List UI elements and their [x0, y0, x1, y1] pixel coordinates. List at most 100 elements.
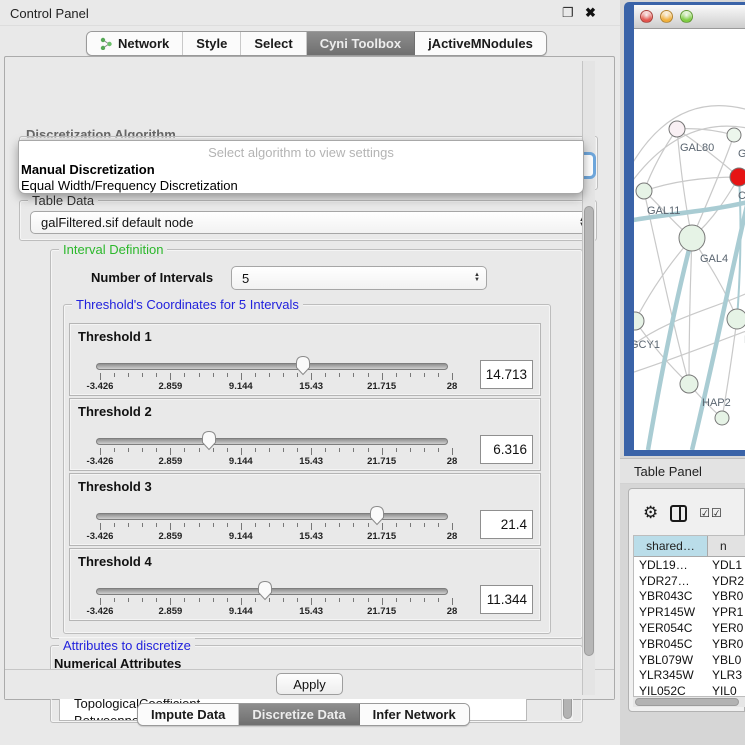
- tick-label: 15.43: [299, 381, 323, 392]
- table-row[interactable]: YIL052CYIL0: [634, 683, 745, 697]
- column-header-shared-name[interactable]: shared…: [634, 536, 708, 556]
- column-header-name[interactable]: n: [708, 536, 745, 556]
- network-node-gal11[interactable]: [636, 183, 652, 199]
- float-window-icon[interactable]: ❐: [562, 5, 574, 21]
- attributes-group-title: Attributes to discretize: [59, 638, 195, 653]
- tick-label: 28: [447, 381, 458, 392]
- slider-track[interactable]: [96, 513, 448, 520]
- threshold-value-field[interactable]: 21.4: [480, 510, 533, 539]
- tick-mark: [114, 448, 115, 452]
- tick-label: 9.144: [229, 456, 253, 467]
- slider-thumb[interactable]: [201, 430, 217, 451]
- network-view-window: GAL80GACGAL11GAL4GCY1HHAP2: [624, 2, 745, 456]
- slider-track[interactable]: [96, 363, 448, 370]
- control-panel: Control Panel ❐ ✖ NetworkStyleSelectCyni…: [0, 0, 620, 745]
- table-row[interactable]: YER054CYER0: [634, 620, 745, 636]
- slider-thumb[interactable]: [257, 580, 273, 601]
- tick-mark: [255, 373, 256, 377]
- tick-mark: [227, 448, 228, 452]
- tick-mark: [156, 373, 157, 377]
- table-panel-titlebar: Table Panel: [620, 458, 745, 484]
- table-row[interactable]: YDL19…YDL1: [634, 557, 745, 573]
- network-node-gal80[interactable]: [669, 121, 685, 137]
- threshold-value-field[interactable]: 14.713: [480, 360, 533, 389]
- scrollbar-thumb[interactable]: [635, 698, 739, 706]
- slider-track[interactable]: [96, 438, 448, 445]
- checkbox-columns-icon[interactable]: ☑☑: [699, 506, 723, 520]
- bottom-tab-impute-data[interactable]: Impute Data: [138, 704, 239, 725]
- tick-mark: [170, 598, 171, 605]
- tick-label: -3.426: [87, 606, 114, 617]
- network-node-gal4[interactable]: [679, 225, 705, 251]
- tick-mark: [255, 598, 256, 602]
- tab-network[interactable]: Network: [87, 32, 183, 55]
- slider-thumb[interactable]: [295, 355, 311, 376]
- cell-name: YBR0: [708, 637, 745, 651]
- network-node-c[interactable]: [730, 168, 745, 186]
- thresholds-group: Threshold's Coordinates for 5 Intervals …: [63, 304, 551, 634]
- scrollbar-thumb[interactable]: [584, 206, 594, 656]
- apply-button[interactable]: Apply: [276, 673, 343, 695]
- close-traffic-light[interactable]: [640, 10, 653, 23]
- table-row[interactable]: YBL079WYBL0: [634, 652, 745, 668]
- tick-mark: [100, 373, 101, 380]
- network-canvas[interactable]: GAL80GACGAL11GAL4GCY1HHAP2: [634, 29, 745, 450]
- interval-definition-group: Interval Definition Number of Intervals …: [50, 249, 583, 639]
- tick-mark: [184, 448, 185, 452]
- threshold-value-field[interactable]: 6.316: [480, 435, 533, 464]
- network-node-ga[interactable]: [727, 128, 741, 142]
- table-row[interactable]: YDR27…YDR2: [634, 573, 745, 589]
- top-tab-bar: NetworkStyleSelect Cyni Toolbox jActiveMNo…: [86, 31, 547, 56]
- tick-mark: [227, 598, 228, 602]
- tick-mark: [452, 373, 453, 380]
- network-node-h[interactable]: [727, 309, 745, 329]
- tick-mark: [311, 598, 312, 605]
- tab-cyni-toolbox[interactable]: Cyni Toolbox: [307, 32, 415, 55]
- table-data-combo[interactable]: galFiltered.sif default node ▲▼: [30, 211, 592, 234]
- node-label: C: [738, 190, 745, 202]
- table-row[interactable]: YBR045CYBR0: [634, 636, 745, 652]
- network-node-hap2[interactable]: [680, 375, 698, 393]
- threshold-value-field[interactable]: 11.344: [480, 585, 533, 614]
- network-node[interactable]: [715, 411, 729, 425]
- dropdown-option-equal-width[interactable]: Equal Width/Frequency Discretization: [21, 178, 238, 193]
- tab-jactivemnodules[interactable]: jActiveMNodules: [415, 32, 546, 55]
- zoom-traffic-light[interactable]: [680, 10, 693, 23]
- table-data-group: Table Data galFiltered.sif default node …: [19, 200, 597, 241]
- minimize-traffic-light[interactable]: [660, 10, 673, 23]
- network-graph: GAL80GACGAL11GAL4GCY1HHAP2: [634, 29, 745, 450]
- tab-label: jActiveMNodules: [428, 36, 533, 51]
- dropdown-option-manual-discretization[interactable]: Manual Discretization: [21, 162, 155, 177]
- bottom-tab-infer-network[interactable]: Infer Network: [360, 704, 469, 725]
- table-row[interactable]: YLR345WYLR3: [634, 668, 745, 684]
- tab-label: Cyni Toolbox: [320, 36, 401, 51]
- table-panel-toolbar: ⚙ ☑☑: [629, 493, 745, 533]
- slider-tick-labels: -3.4262.8599.14415.4321.71528: [100, 531, 452, 543]
- close-icon[interactable]: ✖: [585, 5, 596, 21]
- table-horizontal-scrollbar[interactable]: [633, 697, 745, 707]
- slider-thumb[interactable]: [369, 505, 385, 526]
- table-panel: ⚙ ☑☑ shared… n YDL19…YDL1YDR27…YDR2YBR04…: [628, 488, 745, 712]
- gear-icon[interactable]: ⚙: [643, 503, 658, 523]
- tick-mark: [311, 523, 312, 530]
- tick-mark: [184, 523, 185, 527]
- tab-select[interactable]: Select: [241, 32, 306, 55]
- threshold-label: Threshold 4: [78, 554, 152, 569]
- tick-mark: [368, 448, 369, 452]
- tab-style[interactable]: Style: [183, 32, 241, 55]
- tick-mark: [241, 598, 242, 605]
- tick-mark: [241, 373, 242, 380]
- tick-mark: [170, 373, 171, 380]
- number-of-intervals-combo[interactable]: 5 ▲▼: [231, 266, 487, 290]
- tick-mark: [241, 523, 242, 530]
- network-node-gcy1[interactable]: [634, 312, 644, 330]
- table-row[interactable]: YPR145WYPR1: [634, 604, 745, 620]
- column-layout-icon[interactable]: [670, 505, 687, 522]
- tick-mark: [269, 523, 270, 527]
- tick-mark: [297, 598, 298, 602]
- table-row[interactable]: YBR043CYBR0: [634, 589, 745, 605]
- table-header-row: shared… n: [634, 536, 745, 557]
- tick-label: 15.43: [299, 531, 323, 542]
- tick-mark: [396, 523, 397, 527]
- bottom-tab-discretize-data[interactable]: Discretize Data: [239, 704, 359, 725]
